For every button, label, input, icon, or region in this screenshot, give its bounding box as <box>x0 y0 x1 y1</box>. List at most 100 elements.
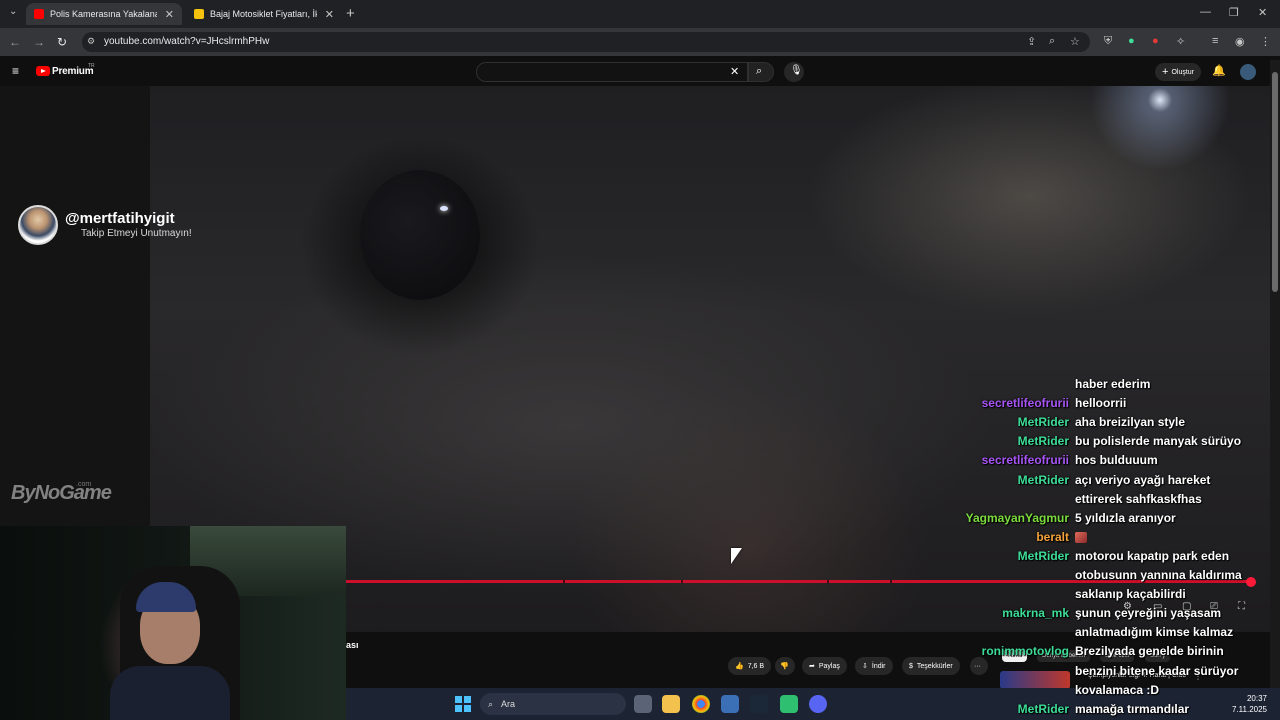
related-video-thumbnail[interactable] <box>1000 671 1070 689</box>
file-explorer-icon[interactable] <box>662 695 680 713</box>
share-label: Paylaş <box>818 662 840 670</box>
share-button[interactable]: ➦ Paylaş <box>802 657 847 675</box>
chapter-marker <box>563 580 565 583</box>
like-button[interactable]: 👍 7,6 B <box>728 657 772 675</box>
voice-search-button[interactable]: 🎙 <box>784 62 804 82</box>
close-tab-icon[interactable]: ✕ <box>165 8 174 21</box>
dislike-button[interactable]: 👎 <box>775 657 795 675</box>
chat-message: otobusunn yannına kaldırıma <box>1075 568 1242 582</box>
search-input[interactable] <box>476 62 748 82</box>
thanks-label: Teşekkürler <box>916 662 953 670</box>
close-tab-icon[interactable]: ✕ <box>325 8 334 21</box>
chat-message: bu polislerde manyak sürüyo <box>1075 434 1242 448</box>
webcam-feed <box>0 526 346 720</box>
tab-search-chevron-icon[interactable]: ⌄ <box>9 6 17 17</box>
microphone-icon: 🎙 <box>790 65 803 76</box>
extensions-puzzle-icon[interactable]: ✧ <box>1176 35 1185 48</box>
download-label: İndir <box>871 662 886 670</box>
extension-icon[interactable]: ● <box>1128 35 1135 47</box>
task-view-icon[interactable] <box>634 695 652 713</box>
browser-tab[interactable]: Bajaj Motosiklet Fiyatları, İkinci ✕ <box>186 3 342 25</box>
url-text[interactable]: youtube.com/watch?v=JHcslrmhPHw <box>104 36 269 47</box>
create-label: Oluştur <box>1171 68 1194 76</box>
extension-red-icon[interactable]: ● <box>1152 35 1159 47</box>
chat-username: MetRider <box>1017 434 1069 448</box>
scrollbar-thumb[interactable] <box>1272 72 1278 292</box>
chat-message <box>1075 530 1087 544</box>
channel-handle: @mertfatihyigit <box>65 210 175 227</box>
browser-tab-active[interactable]: Polis Kamerasına Yakalanan En ✕ <box>26 3 182 25</box>
profile-icon[interactable]: ◉ <box>1235 35 1245 48</box>
discord-icon[interactable] <box>809 695 827 713</box>
watermark-logo: ByNoGame <box>11 482 112 504</box>
clock-date: 7.11.2025 <box>1232 705 1267 714</box>
minimize-window-icon[interactable]: — <box>1200 6 1211 18</box>
channel-subtitle: Takip Etmeyi Unutmayın! <box>81 228 192 239</box>
thumbs-down-icon: 👎 <box>780 663 789 670</box>
taskbar-clock[interactable]: 20:37 7.11.2025 <box>1232 693 1267 715</box>
bookmark-star-icon[interactable]: ☆ <box>1070 35 1080 48</box>
chat-message: kovalamaca :D <box>1075 683 1160 697</box>
thanks-icon: $ <box>909 662 913 670</box>
share-arrow-icon: ➦ <box>809 663 815 670</box>
thumbs-up-icon: 👍 <box>735 663 744 670</box>
close-window-icon[interactable]: ✕ <box>1258 6 1267 19</box>
fullscreen-icon[interactable]: ⛶ <box>1238 601 1245 612</box>
install-app-icon[interactable]: ⇪ <box>1027 35 1036 48</box>
browser-menu-icon[interactable]: ⋮ <box>1260 35 1271 48</box>
more-actions-button[interactable]: ··· <box>970 657 988 675</box>
restore-window-icon[interactable]: ❐ <box>1229 6 1239 19</box>
chat-message: anlatmadığım kimse kalmaz <box>1075 625 1234 639</box>
steam-icon[interactable] <box>750 695 768 713</box>
chat-message: Brezilyada genelde birinin <box>1075 644 1224 658</box>
region-code: TR <box>88 63 95 69</box>
thanks-button[interactable]: $ Teşekkürler <box>902 657 960 675</box>
taskbar-search[interactable]: ⌕ Ara <box>480 693 626 715</box>
zoom-icon[interactable]: ⌕ <box>1049 35 1055 48</box>
hamburger-menu-icon[interactable]: ≡ <box>12 64 19 78</box>
chat-app-icon[interactable] <box>780 695 798 713</box>
account-avatar[interactable] <box>1240 64 1256 80</box>
chat-message: benzini bitene kadar sürüyor <box>1075 664 1239 678</box>
chat-username: YagmayanYagmur <box>965 511 1069 525</box>
site-favicon-icon <box>194 9 204 19</box>
new-tab-plus-icon[interactable]: + <box>346 5 355 22</box>
chat-username: MetRider <box>1017 415 1069 429</box>
windows-start-icon[interactable] <box>455 696 471 712</box>
reload-icon[interactable]: ↻ <box>57 35 67 49</box>
tab-title: Bajaj Motosiklet Fiyatları, İkinci <box>210 9 317 19</box>
chat-username: secretlifeofrurii <box>981 453 1069 467</box>
extension-shield-icon[interactable]: ⛨ <box>1104 35 1112 48</box>
chat-message: motorou kapatıp park eden <box>1075 549 1230 563</box>
chapter-marker <box>890 580 892 583</box>
chat-message: aha breizilyan style <box>1075 415 1186 429</box>
youtube-logo-icon[interactable] <box>36 66 50 76</box>
chapter-marker <box>681 580 683 583</box>
app-icon[interactable] <box>721 695 739 713</box>
video-title-fragment: ası <box>346 640 359 650</box>
chat-message: mamağa tırmandılar <box>1075 702 1190 716</box>
mouse-cursor-icon <box>731 548 742 564</box>
chat-message: haber ederim <box>1075 377 1151 391</box>
more-dots-icon: ··· <box>974 662 981 670</box>
forward-arrow-icon[interactable]: → <box>33 35 45 49</box>
youtube-favicon-icon <box>34 9 44 19</box>
download-button[interactable]: ⇩ İndir <box>855 657 893 675</box>
chat-username: MetRider <box>1017 702 1069 716</box>
create-button[interactable]: + Oluştur <box>1155 63 1201 81</box>
taskbar-search-placeholder: Ara <box>501 699 516 709</box>
chat-message: helloorrii <box>1075 396 1127 410</box>
download-icon: ⇩ <box>862 663 868 670</box>
back-arrow-icon[interactable]: ← <box>9 35 21 49</box>
search-button[interactable]: ⌕ <box>748 62 774 82</box>
media-controls-icon[interactable]: ≡ <box>1212 35 1218 47</box>
chat-message: açı veriyo ayağı hareket <box>1075 473 1211 487</box>
chat-emote-icon <box>1075 532 1087 544</box>
notifications-bell-icon[interactable]: 🔔 <box>1212 64 1226 77</box>
clear-search-icon[interactable]: ✕ <box>730 65 739 78</box>
chat-username: secretlifeofrurii <box>981 396 1069 410</box>
chrome-icon[interactable] <box>692 695 710 713</box>
scrubber-handle[interactable] <box>1246 577 1256 587</box>
chat-username: MetRider <box>1017 473 1069 487</box>
site-info-icon[interactable]: ⚙ <box>87 36 95 47</box>
